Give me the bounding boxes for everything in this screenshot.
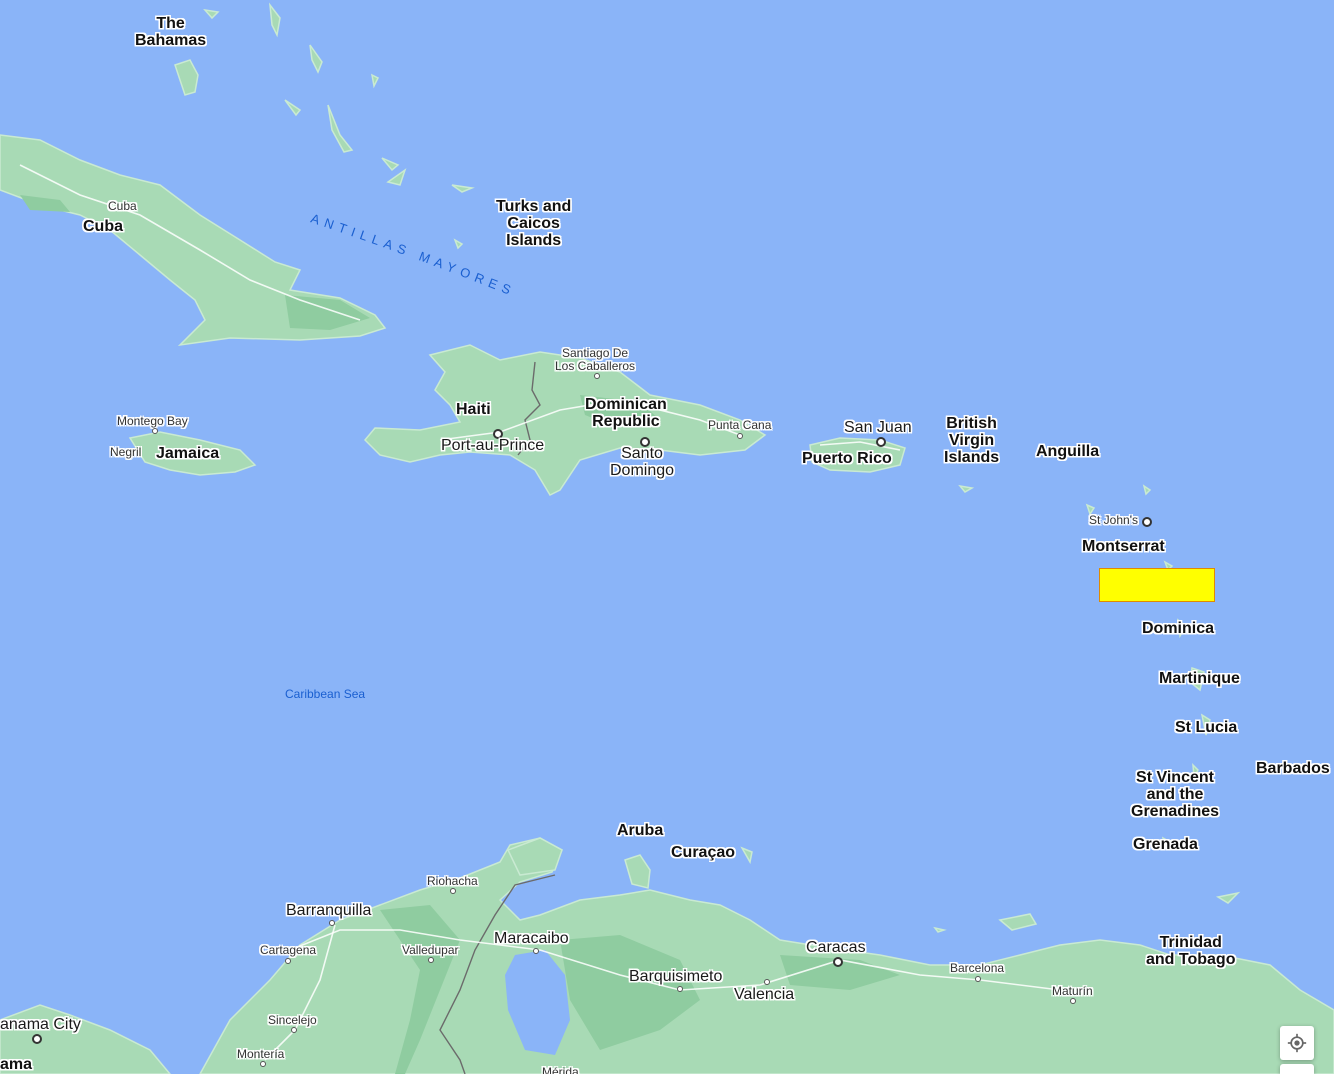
antillas-text: ANTILLAS MAYORES [309,211,513,300]
label-city-cuba[interactable]: Cuba [108,200,137,213]
label-grenada[interactable]: Grenada [1133,836,1198,854]
label-santo-domingo[interactable]: Santo Domingo [610,445,674,480]
maracaibo-marker[interactable] [533,948,539,954]
barranquilla-marker[interactable] [329,920,335,926]
map-canvas[interactable]: ANTILLAS MAYORES The Bahamas Cuba Turks … [0,0,1334,1074]
label-turks-caicos[interactable]: Turks and Caicos Islands [496,198,571,249]
st-johns-marker[interactable] [1142,517,1152,527]
label-maracaibo[interactable]: Maracaibo [494,930,569,948]
panama-city-marker[interactable] [32,1034,42,1044]
label-maturin[interactable]: Maturín [1052,985,1093,998]
zoom-control-partial[interactable] [1280,1064,1314,1074]
barquisimeto-marker[interactable] [677,986,683,992]
label-valencia[interactable]: Valencia [734,986,794,1004]
label-caribbean-sea: Caribbean Sea [285,687,366,701]
label-martinique[interactable]: Martinique [1159,670,1240,688]
valencia-marker[interactable] [764,979,770,985]
label-anguilla[interactable]: Anguilla [1036,443,1099,461]
label-barbados[interactable]: Barbados [1256,760,1330,778]
barcelona-marker[interactable] [975,976,981,982]
label-aruba[interactable]: Aruba [617,822,663,840]
label-dominican-republic[interactable]: Dominican Republic [585,396,667,431]
label-cartagena[interactable]: Cartagena [260,944,316,957]
label-panama-city[interactable]: anama City [0,1016,81,1034]
label-st-lucia[interactable]: St Lucia [1175,719,1237,737]
valledupar-marker[interactable] [428,957,434,963]
antillas-mayores-label: ANTILLAS MAYORES [309,211,518,300]
label-st-johns[interactable]: St John's [1089,514,1138,527]
label-merida[interactable]: Mérida [542,1066,579,1074]
santiago-marker[interactable] [594,373,600,379]
cartagena-marker[interactable] [285,958,291,964]
punta-cana-marker[interactable] [737,433,743,439]
label-haiti[interactable]: Haiti [456,401,491,419]
label-st-vincent[interactable]: St Vincent and the Grenadines [1131,769,1219,820]
label-punta-cana[interactable]: Punta Cana [708,419,771,432]
label-dominica[interactable]: Dominica [1142,620,1214,638]
san-juan-marker[interactable] [876,437,886,447]
label-panama[interactable]: ama [0,1056,32,1074]
label-bahamas[interactable]: The Bahamas [135,15,206,50]
label-caracas[interactable]: Caracas [806,939,866,957]
maturin-marker[interactable] [1070,998,1076,1004]
label-sincelejo[interactable]: Sincelejo [268,1014,317,1027]
highlight-box [1099,568,1215,602]
caracas-marker[interactable] [833,957,843,967]
svg-text:ANTILLAS MAYORES: ANTILLAS MAYORES [309,211,518,300]
label-valledupar[interactable]: Valledupar [402,944,458,957]
label-barquisimeto[interactable]: Barquisimeto [629,968,722,986]
label-jamaica[interactable]: Jamaica [156,445,219,463]
label-montego-bay[interactable]: Montego Bay [117,415,188,428]
label-barranquilla[interactable]: Barranquilla [286,902,371,920]
label-port-au-prince[interactable]: Port-au-Prince [441,437,544,455]
label-british-virgin-islands[interactable]: British Virgin Islands [944,415,999,466]
label-trinidad-tobago[interactable]: Trinidad and Tobago [1146,934,1235,969]
my-location-button[interactable] [1280,1026,1314,1060]
montego-marker[interactable] [152,428,158,434]
label-barcelona[interactable]: Barcelona [950,962,1004,975]
label-montserrat[interactable]: Montserrat [1082,538,1165,556]
label-curacao[interactable]: Curaçao [671,844,735,862]
label-negril[interactable]: Negril [110,446,141,459]
my-location-icon [1287,1033,1307,1053]
label-santiago[interactable]: Santiago De Los Caballeros [555,347,635,372]
riohacha-marker[interactable] [450,888,456,894]
monteria-marker[interactable] [260,1061,266,1067]
sincelejo-marker[interactable] [291,1027,297,1033]
label-cuba[interactable]: Cuba [83,218,123,236]
label-san-juan[interactable]: San Juan [844,419,912,437]
label-puerto-rico[interactable]: Puerto Rico [802,450,892,468]
label-monteria[interactable]: Montería [237,1048,284,1061]
label-riohacha[interactable]: Riohacha [427,875,478,888]
